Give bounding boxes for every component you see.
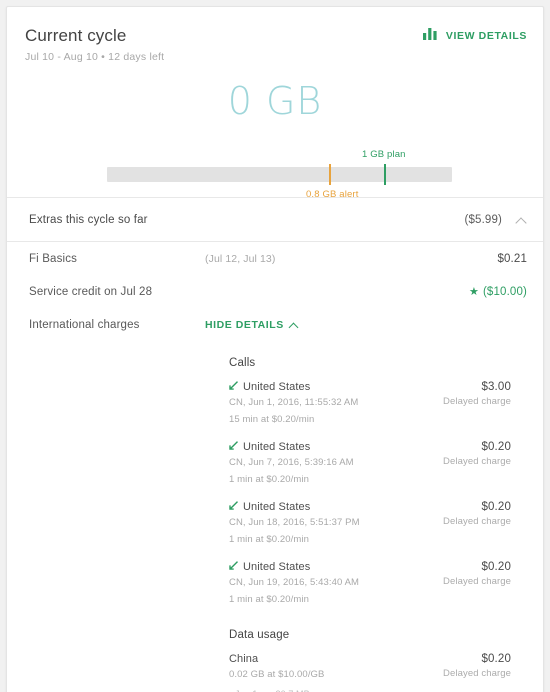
hide-details-button[interactable]: HIDE DETAILS — [205, 319, 299, 331]
extras-row-international-charges: International charges HIDE DETAILS — [29, 308, 527, 341]
call-entry-meta-2: 1 min at $0.20/min — [229, 594, 309, 605]
extras-row-fi-basics: Fi Basics (Jul 12, Jul 13) $0.21 — [29, 242, 527, 275]
call-entry-right: $0.20 Delayed charge — [435, 441, 511, 487]
call-country: United States — [243, 561, 311, 573]
call-entry-meta-2: 1 min at $0.20/min — [229, 474, 309, 485]
page-root: Current cycle Jul 10 - Aug 10 • 12 days … — [0, 0, 550, 692]
call-entry[interactable]: United States CN, Jun 7, 2016, 5:39:16 A… — [229, 441, 511, 487]
extras-list: Fi Basics (Jul 12, Jul 13) $0.21 Service… — [7, 242, 543, 692]
data-usage-group-title: Data usage — [229, 629, 290, 641]
call-entry-meta-1: CN, Jun 7, 2016, 5:39:16 AM — [229, 457, 354, 468]
calls-group-title: Calls — [229, 357, 256, 369]
call-entry-title: United States — [229, 381, 435, 393]
current-cycle-card: Current cycle Jul 10 - Aug 10 • 12 days … — [6, 6, 544, 692]
usage-meter: 1 GB plan 0.8 GB alert — [7, 145, 543, 200]
call-entry[interactable]: United States CN, Jun 18, 2016, 5:51:37 … — [229, 501, 511, 547]
call-entry-meta-2: 1 min at $0.20/min — [229, 534, 309, 545]
chevron-up-icon[interactable] — [516, 215, 527, 226]
call-entry-right: $0.20 Delayed charge — [435, 501, 511, 547]
call-charge-note: Delayed charge — [443, 516, 511, 527]
outgoing-call-arrow-icon — [229, 501, 238, 513]
data-amount: $0.20 — [481, 653, 511, 665]
outgoing-call-arrow-icon — [229, 441, 238, 453]
call-charge-note: Delayed charge — [443, 576, 511, 587]
data-entry-meta: 0.02 GB at $10.00/GB — [229, 669, 325, 680]
total-usage-value: 0 GB — [227, 79, 323, 123]
cycle-header: Current cycle Jul 10 - Aug 10 • 12 days … — [7, 7, 543, 63]
call-entry-meta-1: CN, Jun 1, 2016, 11:55:32 AM — [229, 397, 359, 408]
data-entry-left: China 0.02 GB at $10.00/GB — [229, 653, 435, 682]
view-details-label: VIEW DETAILS — [445, 30, 527, 42]
star-icon: ★ — [468, 285, 479, 298]
call-entry-meta-2: 15 min at $0.20/min — [229, 414, 315, 425]
call-entry-meta-1: CN, Jun 19, 2016, 5:43:40 AM — [229, 577, 360, 588]
alert-threshold-marker — [329, 164, 331, 185]
data-entry-title: China — [229, 653, 435, 665]
row-label: Fi Basics — [29, 253, 77, 265]
call-country: United States — [243, 501, 311, 513]
plan-threshold-marker — [384, 164, 386, 185]
row-amount-credit: ★ ($10.00) — [469, 286, 527, 298]
data-entry-right: $0.20 Delayed charge — [435, 653, 511, 682]
call-entry-title: United States — [229, 441, 435, 453]
call-amount: $0.20 — [481, 441, 511, 453]
call-entry-left: United States CN, Jun 1, 2016, 11:55:32 … — [229, 381, 435, 427]
outgoing-call-arrow-icon — [229, 381, 238, 393]
view-details-button[interactable]: VIEW DETAILS — [422, 27, 527, 45]
credit-amount: ($10.00) — [482, 286, 527, 298]
call-charge-note: Delayed charge — [443, 456, 511, 467]
call-entry-right: $3.00 Delayed charge — [435, 381, 511, 427]
call-entry-title: United States — [229, 501, 435, 513]
cycle-date-range: Jul 10 - Aug 10 • 12 days left — [25, 51, 165, 63]
row-label: International charges — [29, 319, 140, 331]
call-entry[interactable]: United States CN, Jun 19, 2016, 5:43:40 … — [229, 561, 511, 607]
call-amount: $0.20 — [481, 501, 511, 513]
call-entry-meta-1: CN, Jun 18, 2016, 5:51:37 PM — [229, 517, 360, 528]
call-country: United States — [243, 441, 311, 453]
extras-row-service-credit: Service credit on Jul 28 ★ ($10.00) — [29, 275, 527, 308]
extras-header-amount: ($5.99) — [464, 214, 502, 226]
outgoing-call-arrow-icon — [229, 561, 238, 573]
call-entry-right: $0.20 Delayed charge — [435, 561, 511, 607]
row-amount: $0.21 — [497, 253, 527, 265]
hide-details-label: HIDE DETAILS — [205, 319, 284, 331]
extras-header-label: Extras this cycle so far — [29, 214, 148, 226]
call-entry-left: United States CN, Jun 7, 2016, 5:39:16 A… — [229, 441, 435, 487]
call-amount: $3.00 — [481, 381, 511, 393]
call-charge-note: Delayed charge — [443, 396, 511, 407]
extras-header-row[interactable]: Extras this cycle so far ($5.99) — [7, 198, 543, 241]
usage-meter-track — [107, 167, 452, 182]
row-mid: HIDE DETAILS — [205, 319, 527, 331]
call-country: United States — [243, 381, 311, 393]
row-label: Service credit on Jul 28 — [29, 286, 153, 298]
data-charge-note: Delayed charge — [443, 668, 511, 679]
international-charges-detail: Calls United States CN, Jun 1, 2016, 11:… — [29, 357, 527, 692]
data-country: China — [229, 653, 259, 665]
bar-chart-icon — [422, 27, 437, 45]
row-dates: (Jul 12, Jul 13) — [205, 253, 276, 265]
data-usage-entry[interactable]: China 0.02 GB at $10.00/GB $0.20 Delayed… — [229, 653, 511, 682]
call-entry-left: United States CN, Jun 19, 2016, 5:43:40 … — [229, 561, 435, 607]
call-entry[interactable]: United States CN, Jun 1, 2016, 11:55:32 … — [229, 381, 511, 427]
call-amount: $0.20 — [481, 561, 511, 573]
chevron-up-icon — [290, 321, 299, 330]
call-entry-title: United States — [229, 561, 435, 573]
plan-marker-label: 1 GB plan — [362, 149, 406, 160]
call-entry-left: United States CN, Jun 18, 2016, 5:51:37 … — [229, 501, 435, 547]
